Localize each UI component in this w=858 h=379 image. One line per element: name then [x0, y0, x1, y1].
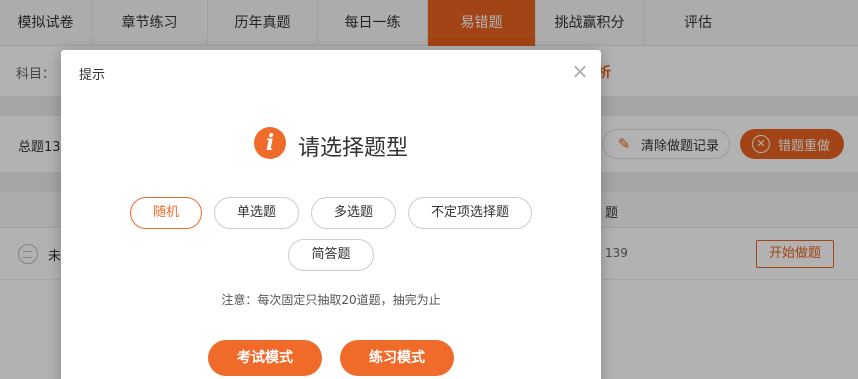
info-icon: i [254, 127, 286, 159]
type-single-choice-button[interactable]: 单选题 [213, 197, 299, 229]
type-short-answer-button[interactable]: 简答题 [288, 239, 374, 271]
type-random-button[interactable]: 随机 [129, 197, 202, 229]
practice-mode-button[interactable]: 练习模式 [340, 340, 454, 376]
close-icon[interactable]: × [571, 61, 589, 81]
question-type-dialog: 提示 × i 请选择题型 随机 单选题 多选题 不定项选择题 简答题 注意：每次… [61, 50, 601, 379]
dialog-title: 提示 [79, 68, 106, 83]
type-options-row: 随机 单选题 多选题 不定项选择题 [61, 197, 601, 229]
exam-mode-button[interactable]: 考试模式 [208, 340, 322, 376]
notice-text: 注意：每次固定只抽取20道题，抽完为止 [221, 293, 441, 307]
type-indefinite-choice-button[interactable]: 不定项选择题 [408, 197, 533, 229]
mode-buttons-row: 考试模式 练习模式 [61, 340, 601, 376]
type-multiple-choice-button[interactable]: 多选题 [311, 197, 397, 229]
dialog-heading: 请选择题型 [298, 136, 409, 161]
type-options-row: 简答题 [61, 239, 601, 271]
